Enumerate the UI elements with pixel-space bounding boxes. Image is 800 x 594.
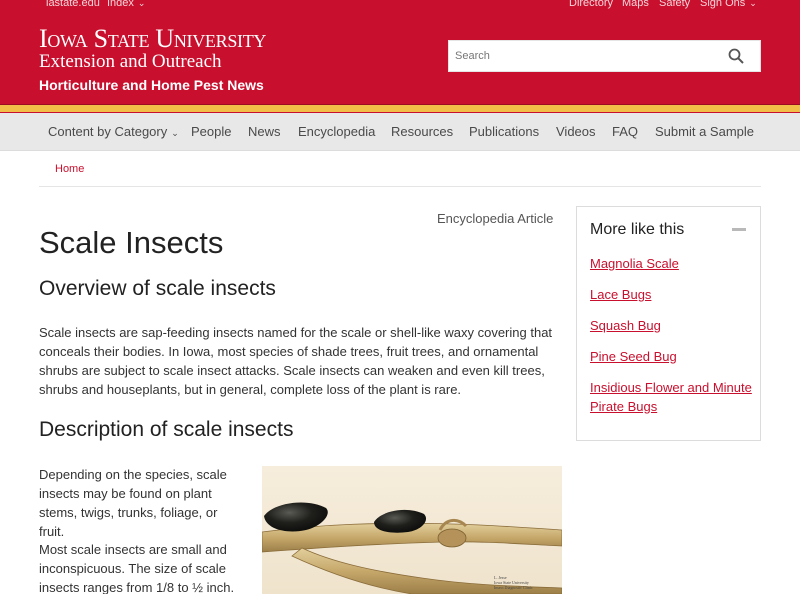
nav-news[interactable]: News <box>248 124 281 139</box>
logo-line-1: Iowa State University <box>39 24 267 53</box>
page-title: Scale Insects <box>39 225 224 260</box>
sidebar-link-lace-bugs[interactable]: Lace Bugs <box>590 285 755 304</box>
chevron-down-icon: ⌄ <box>749 0 757 8</box>
scale-insect-photo-graphic: L. Jesse Iowa State University Insect Di… <box>262 466 562 594</box>
nav-label: Content by Category <box>48 124 168 139</box>
chevron-down-icon: ⌄ <box>137 0 146 8</box>
site-header: Iowa State University Extension and Outr… <box>0 13 800 105</box>
sidebar-link-insidious-flower-bugs[interactable]: Insidious Flower and Minute Pirate Bugs <box>590 378 755 416</box>
description-paragraph-1: Depending on the species, scale insects … <box>39 467 227 539</box>
collapse-icon[interactable] <box>732 228 746 231</box>
section-heading-description: Description of scale insects <box>39 418 294 441</box>
scale-insect-photo[interactable]: L. Jesse Iowa State University Insect Di… <box>262 466 562 594</box>
search-icon[interactable] <box>728 48 744 64</box>
logo-line-2: Extension and Outreach <box>39 51 222 72</box>
maps-link[interactable]: Maps <box>622 0 649 9</box>
nav-publications[interactable]: Publications <box>469 124 539 139</box>
nav-encyclopedia[interactable]: Encyclopedia <box>298 124 375 139</box>
more-like-this-panel: More like this Magnolia Scale Lace Bugs … <box>576 206 761 441</box>
nav-videos[interactable]: Videos <box>556 124 596 139</box>
sidebar-link-squash-bug[interactable]: Squash Bug <box>590 316 755 335</box>
university-logo[interactable]: Iowa State University Extension and Outr… <box>39 25 266 72</box>
iastate-link[interactable]: iastate.edu <box>46 0 100 9</box>
utility-bar: iastate.edu Index ⌄ Directory Maps Safety… <box>0 0 800 13</box>
index-label: Index <box>107 0 134 9</box>
sidebar-link-pine-seed-bug[interactable]: Pine Seed Bug <box>590 347 755 366</box>
nav-people[interactable]: People <box>191 124 231 139</box>
nav-content-by-category[interactable]: Content by Category ⌄ <box>48 124 179 139</box>
main-nav: Content by Category ⌄ People News Encyclo… <box>0 113 800 151</box>
nav-resources[interactable]: Resources <box>391 124 453 139</box>
section-heading-overview: Overview of scale insects <box>39 277 276 300</box>
index-dropdown[interactable]: Index ⌄ <box>107 0 145 9</box>
site-name[interactable]: Horticulture and Home Pest News <box>39 77 264 93</box>
breadcrumb-home[interactable]: Home <box>55 163 84 175</box>
breadcrumb-divider <box>39 186 761 187</box>
sign-ons-dropdown[interactable]: Sign Ons ⌄ <box>700 0 757 9</box>
sign-ons-label: Sign Ons <box>700 0 746 9</box>
article-type-label: Encyclopedia Article <box>437 211 554 226</box>
photo-credit-line-3: Insect Diagnostic Clinic <box>494 585 533 590</box>
search-box <box>448 40 761 72</box>
sidebar-title: More like this <box>590 221 685 238</box>
sidebar-link-magnolia-scale[interactable]: Magnolia Scale <box>590 254 755 273</box>
overview-paragraph: Scale insects are sap-feeding insects na… <box>39 325 553 397</box>
chevron-down-icon: ⌄ <box>171 128 179 138</box>
safety-link[interactable]: Safety <box>659 0 690 9</box>
directory-link[interactable]: Directory <box>569 0 613 9</box>
nav-submit-sample[interactable]: Submit a Sample <box>655 124 754 139</box>
gold-divider <box>0 105 800 112</box>
nav-faq[interactable]: FAQ <box>612 124 638 139</box>
search-input[interactable] <box>449 41 719 71</box>
description-paragraph-2: Most scale insects are small and inconsp… <box>39 542 235 594</box>
